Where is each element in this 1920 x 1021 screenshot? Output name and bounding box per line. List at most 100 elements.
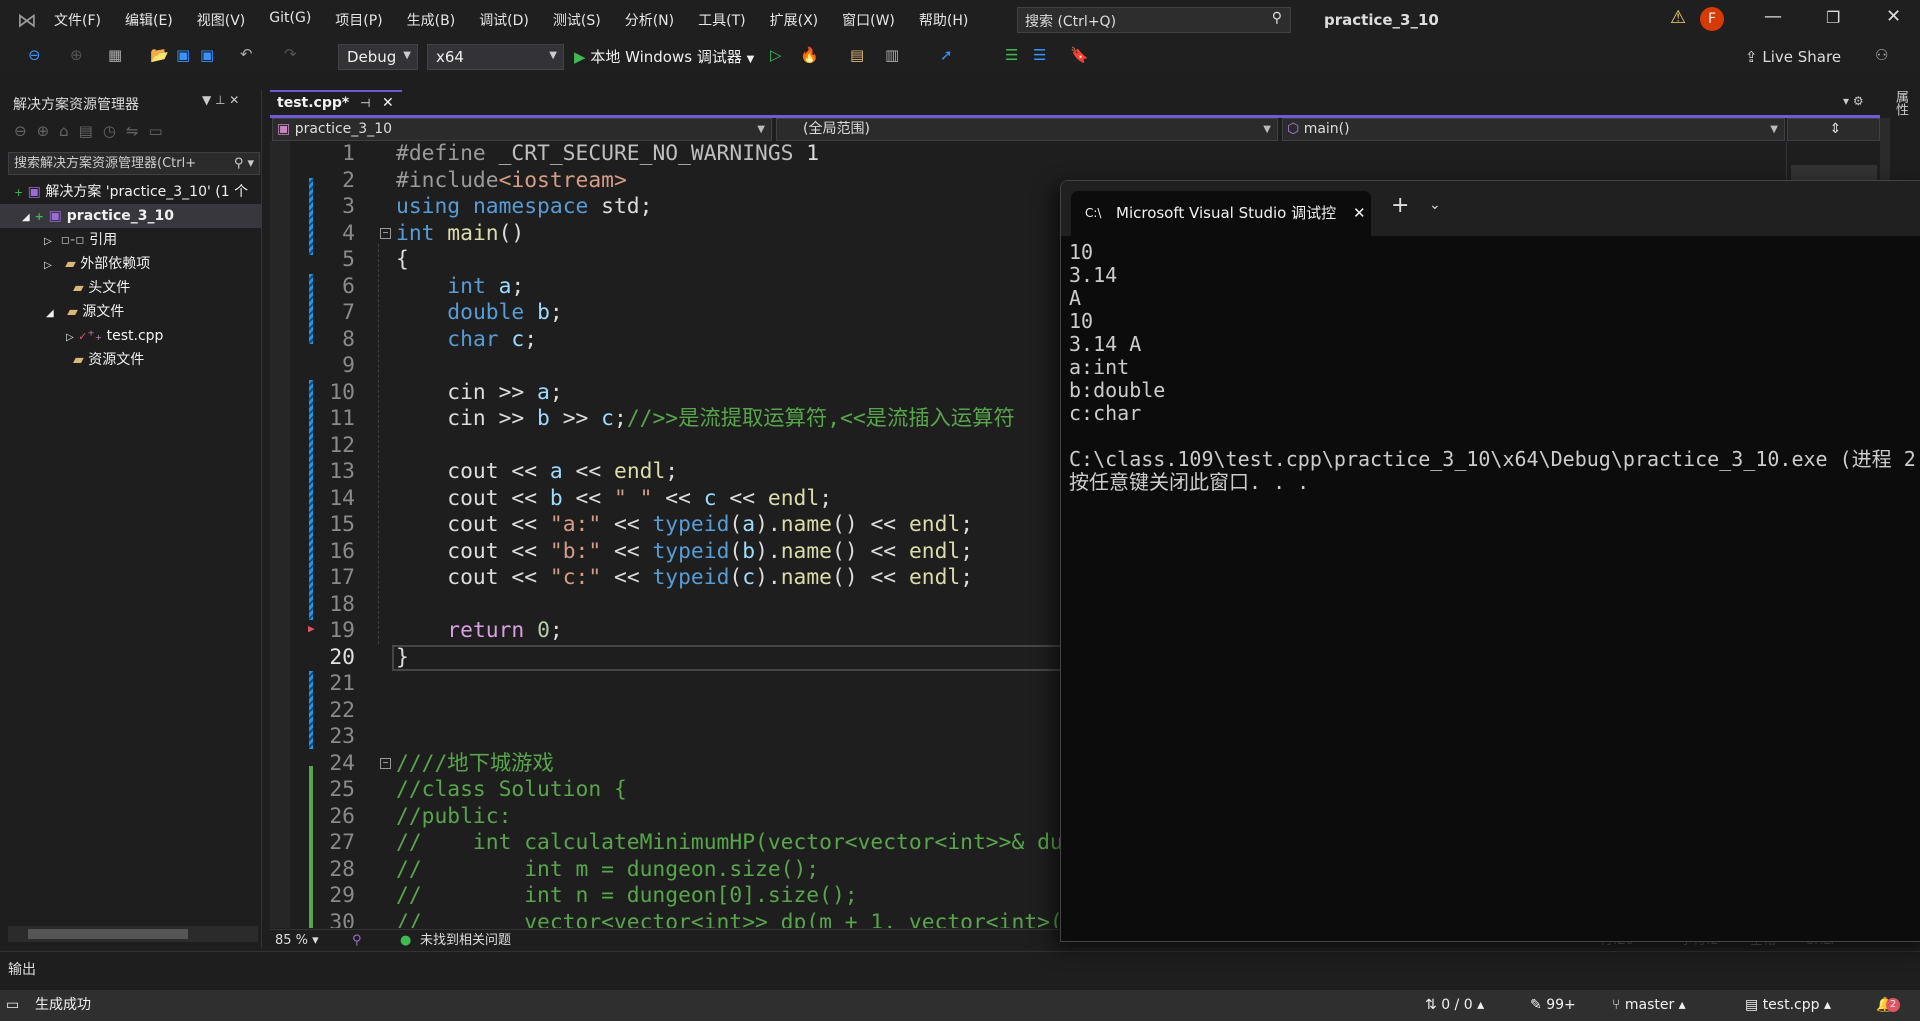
console-tab[interactable]: C:\ Microsoft Visual Studio 调试控 ✕ <box>1071 191 1371 236</box>
split-editor-button[interactable]: ⇕ <box>1787 118 1880 141</box>
new-project-icon[interactable]: ▦ <box>108 46 122 64</box>
tree-item-solution[interactable]: + ▣ 解决方案 'practice_3_10' (1 个 <box>0 180 262 204</box>
warning-icon[interactable]: ⚠ <box>1670 7 1686 28</box>
code-line: #define _CRT_SECURE_NO_WARNINGS 1 <box>396 141 819 168</box>
tree-item-references[interactable]: ▷ ▫-▫ 引用 <box>0 228 262 252</box>
menu-item[interactable]: 扩展(X) <box>770 10 819 30</box>
tab-overflow-icon[interactable]: ▾ ⚙ <box>1843 94 1864 108</box>
feedback-icon[interactable]: ⚇ <box>1875 46 1888 64</box>
layout-icon[interactable]: ▥ <box>885 46 899 64</box>
tab-test-cpp[interactable]: test.cpp* ⊣ ✕ <box>270 90 402 115</box>
line-number: 2 <box>342 167 355 193</box>
tab-dropdown-chevron-icon[interactable]: ⌄ <box>1429 197 1441 213</box>
tree-item-source-files[interactable]: ◢ ▰ 源文件 <box>0 300 262 324</box>
nav-project-dropdown[interactable]: ▣ practice_3_10 ▼ <box>272 118 772 141</box>
code-line: // int m = dungeon.size(); <box>396 857 819 884</box>
pin-icon[interactable]: ⊣ <box>360 92 370 114</box>
close-tab-icon[interactable]: ✕ <box>382 92 394 114</box>
tree-item-project[interactable]: ◢ + ▣ practice_3_10 <box>0 204 262 228</box>
code-token: ; <box>524 326 538 352</box>
menu-item[interactable]: 项目(P) <box>335 10 382 30</box>
redo-icon[interactable]: ↷ <box>284 45 297 63</box>
menu-item[interactable]: 文件(F) <box>54 10 101 30</box>
undo-icon[interactable]: ↶ <box>240 45 253 63</box>
panel-menu-icon[interactable]: ▼ ⊥ ✕ <box>202 93 239 107</box>
solution-search-input[interactable]: 搜索解决方案资源管理器(Ctrl+ ⚲ ▾ <box>8 152 260 175</box>
menu-item[interactable]: 测试(S) <box>553 10 601 30</box>
output-tab[interactable]: 输出 <box>8 959 36 979</box>
file-value: test.cpp <box>1762 997 1820 1013</box>
nav-member-dropdown[interactable]: ⬡ main() ▼ <box>1282 118 1785 141</box>
back-icon[interactable]: ⊖ <box>28 46 41 64</box>
comment-icon[interactable]: ☰ <box>1005 46 1018 64</box>
start-without-debugging-icon[interactable]: ▷ <box>770 46 782 64</box>
save-all-icon[interactable]: ▣ <box>200 46 214 64</box>
find-in-files-icon[interactable]: ▤ <box>850 46 864 64</box>
search-input[interactable]: 搜索 (Ctrl+Q) ⚲ <box>1017 7 1291 33</box>
platform-dropdown[interactable]: x64 ▼ <box>427 44 564 70</box>
copilot-icon[interactable]: ⚲ <box>352 930 362 951</box>
save-icon[interactable]: ▣ <box>176 46 190 64</box>
code-line: char c; <box>396 327 537 354</box>
properties-side-tab[interactable]: 属性 <box>1892 90 1910 116</box>
open-folder-icon[interactable]: 📂 <box>150 46 169 64</box>
code-token: << <box>562 459 614 484</box>
live-share-button[interactable]: ⇪ Live Share <box>1745 48 1841 66</box>
close-button[interactable]: ✕ <box>1886 6 1901 27</box>
code-token: endl <box>908 565 961 590</box>
tree-item-test-cpp[interactable]: ▷ ✓⁺₊ test.cpp <box>0 324 262 348</box>
chevron-down-icon: ▼ <box>549 50 557 61</box>
collapse-icon[interactable]: − <box>380 757 391 769</box>
debug-console-window[interactable]: C:\ Microsoft Visual Studio 调试控 ✕ + ⌄ 10… <box>1060 180 1920 942</box>
code-token: typeid <box>652 538 730 564</box>
issues-status[interactable]: 未找到相关问题 <box>420 930 511 951</box>
pointer-icon[interactable]: ➚ <box>940 46 953 64</box>
tree-item-external-deps[interactable]: ▷ ▰ 外部依赖项 <box>0 252 262 276</box>
code-token: cout << <box>396 512 550 537</box>
bookmark-icon[interactable]: 🔖 <box>1070 46 1089 64</box>
restore-button[interactable]: ❐ <box>1826 8 1840 27</box>
new-tab-button[interactable]: + <box>1391 193 1409 218</box>
branch-status[interactable]: ⑂ master ▴ <box>1612 990 1686 1021</box>
repo-file-status[interactable]: ▤ test.cpp ▴ <box>1745 990 1831 1021</box>
menu-item[interactable]: 工具(T) <box>698 10 745 30</box>
forward-icon[interactable]: ⊕ <box>70 46 83 64</box>
menu-item[interactable]: 生成(B) <box>407 10 456 30</box>
zoom-dropdown[interactable]: 85 % ▾ <box>275 930 319 951</box>
tree-item-resource-files[interactable]: ▰ 资源文件 <box>0 348 262 372</box>
menu-item[interactable]: 编辑(E) <box>125 10 173 30</box>
menu-item[interactable]: 窗口(W) <box>842 10 895 30</box>
menu-item[interactable]: 调试(D) <box>479 10 529 30</box>
configuration-dropdown[interactable]: Debug ▼ <box>338 44 418 70</box>
minimize-button[interactable]: — <box>1764 6 1782 27</box>
terminal-icon: C:\ <box>1085 206 1102 220</box>
console-line: 3.14 <box>1069 263 1118 287</box>
menu-item[interactable]: 视图(V) <box>197 10 246 30</box>
collapse-icon[interactable]: − <box>380 227 391 239</box>
hot-reload-icon[interactable]: 🔥 <box>800 46 819 64</box>
filter-folder-icon: ▰ <box>67 304 78 320</box>
menu-item[interactable]: 帮助(H) <box>919 10 968 30</box>
code-line: double b; <box>396 300 562 327</box>
horizontal-scrollbar[interactable] <box>8 926 258 942</box>
menu-item[interactable]: 分析(N) <box>625 10 674 30</box>
line-number: 13 <box>329 459 355 484</box>
code-token: c <box>511 326 525 352</box>
menu-item[interactable]: Git(G) <box>269 10 311 30</box>
code-token: ; <box>614 406 627 431</box>
visual-studio-logo-icon: ⋈ <box>17 8 37 32</box>
tree-item-header-files[interactable]: ▰ 头文件 <box>0 276 262 300</box>
avatar[interactable]: F <box>1700 7 1724 31</box>
nav-scope-dropdown[interactable]: (全局范围) ▼ <box>776 118 1278 141</box>
close-console-tab-icon[interactable]: ✕ <box>1347 191 1366 236</box>
code-token: ////地下城游戏 <box>396 750 554 776</box>
start-debugging-button[interactable]: ▶ 本地 Windows 调试器 ▼ <box>574 46 754 67</box>
code-token: // vector<vector<int>> dp(m + 1, vector<… <box>396 909 1063 929</box>
uncomment-icon[interactable]: ☰ <box>1033 46 1046 64</box>
code-token: << <box>601 565 653 590</box>
pending-edits-status[interactable]: ✎ 99+ <box>1530 990 1576 1021</box>
notifications-icon[interactable]: 🔔 2 <box>1876 990 1900 1021</box>
git-changes-status[interactable]: ⇅ 0 / 0 ▴ <box>1425 990 1484 1021</box>
code-token: " " <box>614 485 653 511</box>
